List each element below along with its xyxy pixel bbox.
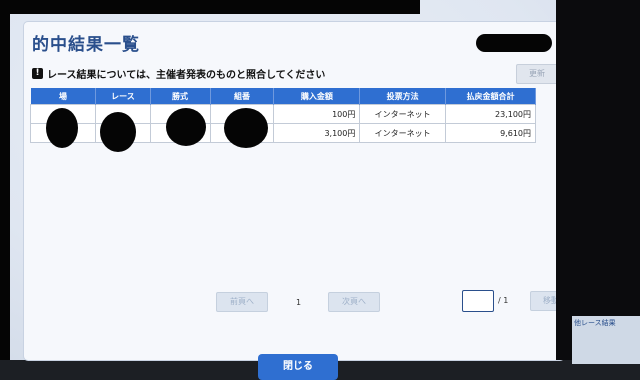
cell-amount: 3,100円 xyxy=(273,123,361,143)
cell-method: インターネット xyxy=(359,104,446,124)
cell-payout: 9,610円 xyxy=(445,123,536,143)
page-number-input[interactable] xyxy=(462,290,494,312)
redacted-left-edge xyxy=(0,14,10,360)
header-purchase-amount: 購入金額 xyxy=(273,88,361,105)
update-button[interactable]: 更新 xyxy=(516,64,558,84)
header-race: レース xyxy=(95,88,151,105)
next-page-button[interactable]: 次頁へ xyxy=(328,292,380,312)
redacted-side-area xyxy=(556,0,640,360)
cell-payout: 23,100円 xyxy=(445,104,536,124)
header-venue: 場 xyxy=(30,88,97,105)
cell-method: インターネット xyxy=(359,123,446,143)
page-total: / 1 xyxy=(498,296,509,305)
current-page: 1 xyxy=(296,298,302,307)
close-button[interactable]: 閉じる xyxy=(258,354,338,380)
header-payout-total: 払戻金額合計 xyxy=(445,88,536,105)
header-combination: 組番 xyxy=(210,88,275,105)
redacted-bet-type xyxy=(166,108,206,146)
result-panel: 的中結果一覧 ! レース結果については、主催者発表のものと照合してください 更新… xyxy=(24,22,572,380)
page-title: 的中結果一覧 xyxy=(32,35,140,55)
side-link-text: 他レース結果 xyxy=(574,319,616,327)
redacted-combination xyxy=(224,108,268,148)
redacted-venue xyxy=(46,108,78,148)
cell-amount: 100円 xyxy=(273,104,361,124)
exclamation-icon: ! xyxy=(32,68,43,79)
notice-text: レース結果については、主催者発表のものと照合してください xyxy=(47,70,326,81)
redacted-race xyxy=(100,112,136,152)
side-link[interactable]: 他レース結果 xyxy=(572,316,640,364)
prev-page-button[interactable]: 前頁へ xyxy=(216,292,268,312)
notice: ! レース結果については、主催者発表のものと照合してください xyxy=(32,66,325,81)
header-vote-method: 投票方法 xyxy=(359,88,446,105)
header-bet-type: 勝式 xyxy=(150,88,211,105)
redacted-top-strip xyxy=(0,0,420,14)
redacted-username xyxy=(476,34,552,52)
